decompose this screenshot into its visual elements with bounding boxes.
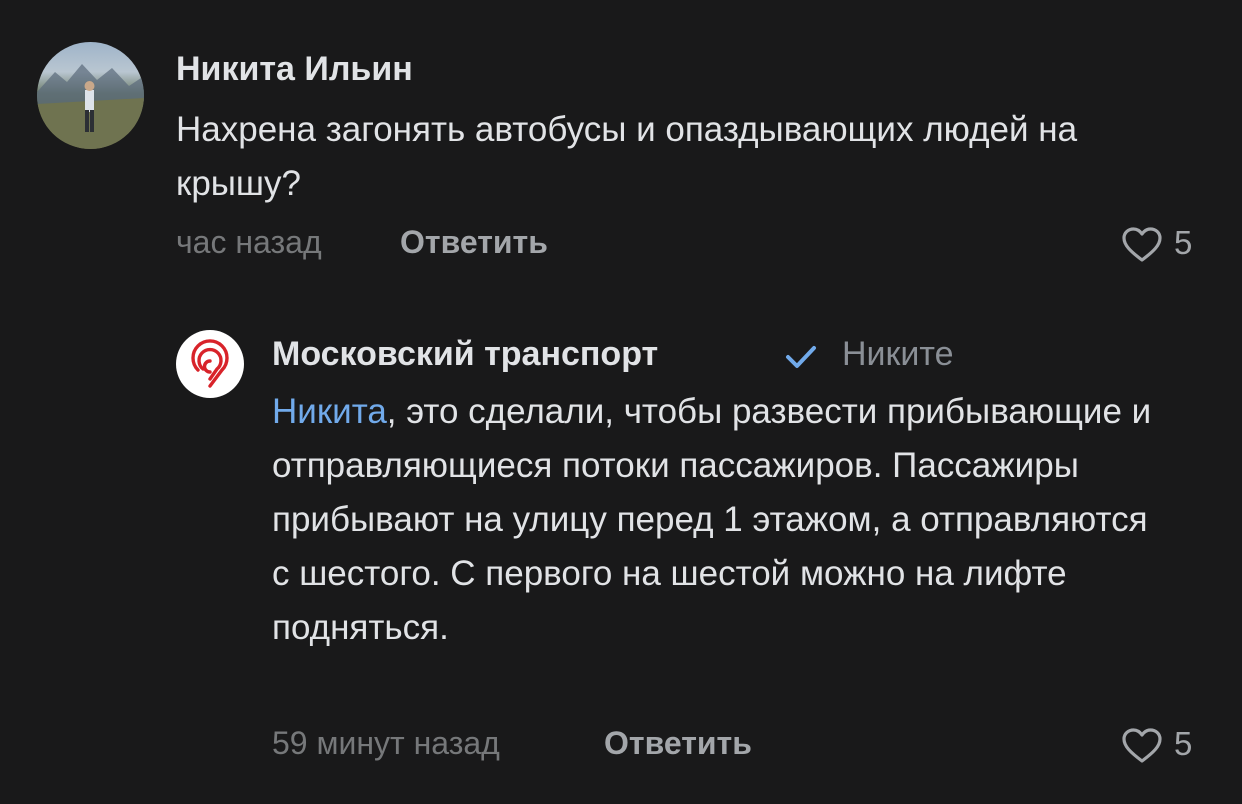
comment-timestamp[interactable]: час назад — [176, 224, 322, 261]
reply-to-label[interactable]: Никите — [842, 335, 954, 374]
comment-thread-root: Никита Ильин Нахрена загонять автобусы и… — [0, 0, 1242, 290]
mention-link[interactable]: Никита — [272, 392, 387, 431]
comment-text: Никита, это сделали, чтобы развести приб… — [272, 385, 1172, 655]
comment-author[interactable]: Никита Ильин — [176, 50, 413, 89]
comment-author[interactable]: Московский транспорт — [272, 335, 658, 374]
user-avatar[interactable] — [37, 42, 144, 149]
reply-button[interactable]: Ответить — [604, 725, 752, 762]
avatar-photo — [37, 64, 144, 149]
comment-text: Нахрена загонять автобусы и опаздывающих… — [176, 110, 1078, 203]
moscow-transport-logo-icon — [191, 339, 229, 388]
like-count: 5 — [1174, 224, 1193, 261]
comment-timestamp[interactable]: 59 минут назад — [272, 725, 500, 762]
verified-check-icon — [786, 346, 816, 368]
heart-outline-icon[interactable] — [1122, 227, 1162, 263]
like-count: 5 — [1174, 725, 1193, 762]
brand-avatar[interactable] — [176, 330, 244, 398]
reply-button[interactable]: Ответить — [400, 224, 548, 261]
comment-body: , это сделали, чтобы развести прибывающи… — [272, 392, 1152, 647]
heart-outline-icon[interactable] — [1122, 728, 1162, 764]
